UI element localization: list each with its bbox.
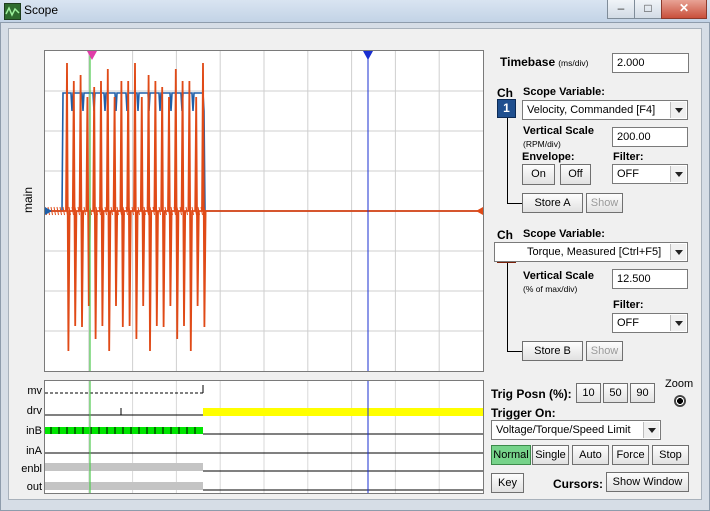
ch2-label: Ch — [497, 228, 513, 242]
timebase-unit: (ms/div) — [558, 58, 589, 68]
ch1-scope-var-label: Scope Variable: — [523, 86, 605, 98]
zoom-radio[interactable] — [674, 395, 686, 407]
digital-plot-svg — [45, 381, 483, 493]
title-bar: Scope – □ ✕ — [0, 0, 710, 23]
digital-plot[interactable] — [44, 380, 484, 494]
ch1-envelope-off-button[interactable]: Off — [560, 164, 591, 185]
ch2-scope-var-value: Torque, Measured [Ctrl+F5] — [527, 246, 662, 258]
scope-plot[interactable] — [44, 50, 484, 372]
trigger-single-button[interactable]: Single — [532, 445, 569, 465]
window-title: Scope — [24, 3, 59, 17]
plot-axis-label: main — [21, 187, 35, 214]
digital-label-inb: inB — [26, 425, 42, 437]
zoom-label: Zoom — [665, 378, 694, 390]
ch2-vscale-input[interactable]: 12.500 — [612, 269, 688, 289]
trigger-stop-button[interactable]: Stop — [652, 445, 689, 465]
chevron-down-icon — [670, 102, 686, 118]
show-window-button[interactable]: Show Window — [606, 472, 689, 492]
maximize-button[interactable]: □ — [634, 0, 662, 19]
ch1-filter-value: OFF — [617, 168, 639, 180]
chevron-down-icon — [670, 244, 686, 260]
digital-label-mv: mv — [27, 385, 42, 397]
ch1-show-button[interactable]: Show — [586, 193, 623, 213]
trig-posn-90-button[interactable]: 90 — [630, 383, 655, 403]
digital-label-enbl: enbl — [21, 463, 42, 475]
ch1-badge: 1 — [497, 99, 516, 118]
close-button[interactable]: ✕ — [661, 0, 707, 19]
trig-posn-label: Trig Posn (%): — [491, 387, 572, 401]
trigger-on-value: Voltage/Torque/Speed Limit — [496, 424, 631, 436]
ch1-envelope-label: Envelope: — [522, 151, 575, 163]
trigger-on-select[interactable]: Voltage/Torque/Speed Limit — [491, 420, 661, 440]
ch2-vscale-unit: (% of max/div) — [523, 284, 578, 294]
drv-trace-high — [203, 408, 483, 416]
cursors-label: Cursors: — [553, 477, 604, 491]
scope-plot-svg — [45, 51, 483, 371]
ch1-vscale-label: Vertical Scale — [523, 125, 594, 137]
minimize-button[interactable]: – — [607, 0, 635, 19]
trigger-auto-button[interactable]: Auto — [572, 445, 609, 465]
ch1-vscale-unit: (RPM/div) — [523, 139, 561, 149]
ch2-scope-var-select[interactable]: Torque, Measured [Ctrl+F5] — [494, 242, 688, 262]
ch1-filter-select[interactable]: OFF — [612, 164, 688, 184]
enbl-trace — [45, 463, 203, 471]
ch2-filter-select[interactable]: OFF — [612, 313, 688, 333]
digital-label-drv: drv — [26, 405, 42, 417]
ch2-scope-var-label: Scope Variable: — [523, 228, 605, 240]
chevron-down-icon — [670, 315, 686, 331]
ch2-filter-value: OFF — [617, 317, 639, 329]
timebase-input[interactable]: 2.000 — [612, 53, 689, 73]
trigger-force-button[interactable]: Force — [612, 445, 649, 465]
scope-app-icon — [4, 3, 21, 20]
trigger-marker — [363, 51, 373, 60]
trig-posn-50-button[interactable]: 50 — [603, 383, 628, 403]
ch2-show-button[interactable]: Show — [586, 341, 623, 361]
ch1-label: Ch — [497, 86, 513, 100]
trig-posn-10-button[interactable]: 10 — [576, 383, 601, 403]
store-a-button[interactable]: Store A — [522, 193, 583, 213]
chevron-down-icon — [643, 422, 659, 438]
ch2-bracket — [507, 263, 523, 352]
ch2-level-marker — [476, 207, 483, 215]
store-b-button[interactable]: Store B — [522, 341, 583, 361]
trigger-normal-button[interactable]: Normal — [491, 445, 531, 465]
key-button[interactable]: Key — [491, 473, 524, 493]
timebase-label-text: Timebase — [500, 55, 556, 69]
ch1-scope-var-value: Velocity, Commanded [F4] — [527, 104, 656, 116]
ch1-vscale-input[interactable]: 200.00 — [612, 127, 688, 147]
ch1-envelope-on-button[interactable]: On — [522, 164, 555, 185]
trigger-on-label: Trigger On: — [491, 406, 556, 420]
ch2-vscale-label: Vertical Scale — [523, 270, 594, 282]
ch1-scope-var-select[interactable]: Velocity, Commanded [F4] — [522, 100, 688, 120]
digital-label-out: out — [26, 481, 42, 493]
ch2-filter-label: Filter: — [613, 299, 644, 311]
timebase-label: Timebase (ms/div) — [500, 55, 588, 69]
ch1-filter-label: Filter: — [613, 151, 644, 163]
digital-label-ina: inA — [26, 445, 42, 457]
chevron-down-icon — [670, 166, 686, 182]
ch1-bracket — [507, 118, 523, 204]
out-trace — [45, 482, 203, 490]
